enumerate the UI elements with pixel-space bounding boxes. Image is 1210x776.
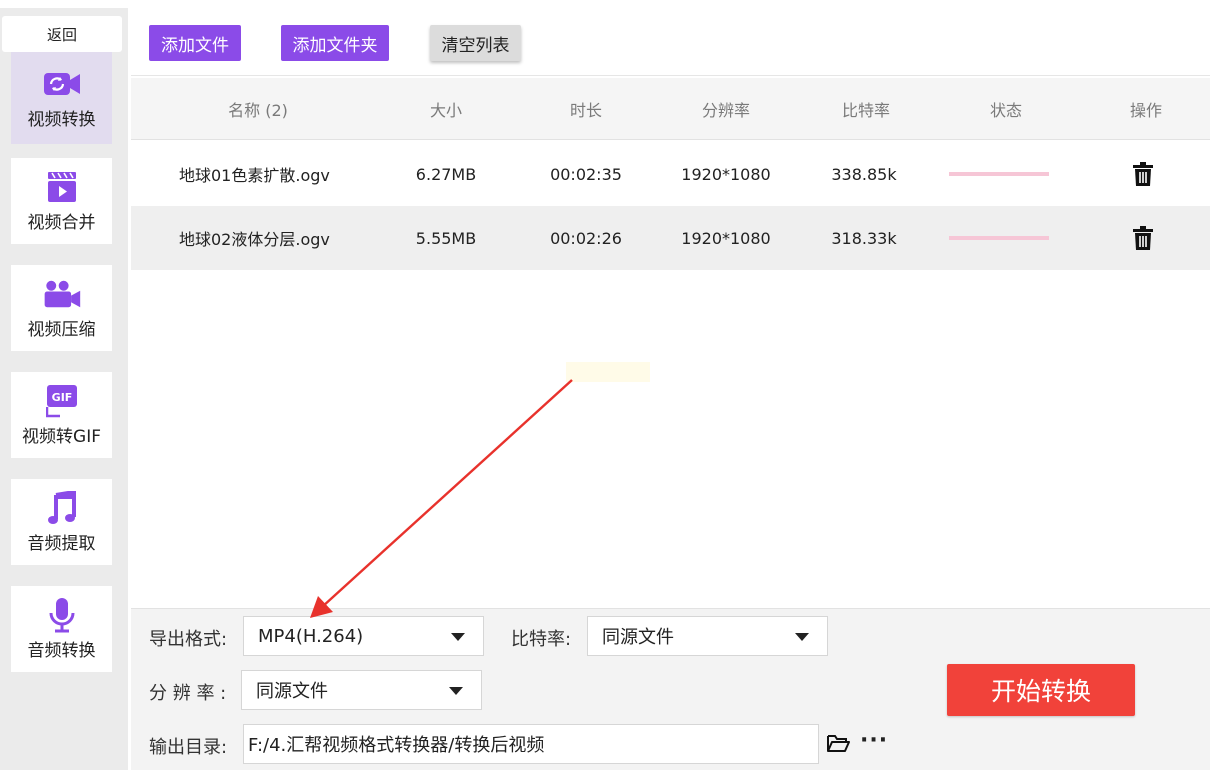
chevron-down-icon: [449, 687, 463, 695]
file-resolution: 1920*1080: [681, 228, 771, 248]
resolution-label: 分 辨 率 :: [149, 683, 227, 704]
resolution-select-value: 同源文件: [256, 681, 328, 702]
file-bitrate: 318.33k: [831, 228, 897, 248]
chevron-down-icon: [451, 633, 465, 641]
format-select-value: MP4(H.264): [258, 625, 364, 647]
resolution-select[interactable]: 同源文件: [241, 670, 482, 710]
delete-button[interactable]: [1113, 206, 1173, 270]
file-name: 地球01色素扩散.ogv: [179, 166, 330, 185]
column-header-size[interactable]: 大小: [396, 78, 496, 140]
toolbar: 添加文件 添加文件夹 清空列表: [131, 8, 1210, 76]
file-duration: 00:02:26: [550, 228, 622, 248]
file-resolution: 1920*1080: [681, 164, 771, 184]
sidebar-item-label: 视频转换: [27, 109, 96, 130]
output-dir-label: 输出目录:: [149, 737, 228, 758]
video-merge-icon: [43, 170, 81, 204]
sidebar-item-video-to-gif[interactable]: GIF 视频转GIF: [11, 372, 112, 458]
file-bitrate: 338.85k: [831, 164, 897, 184]
file-size: 6.27MB: [415, 164, 477, 184]
sidebar: 返回 视频转换 视频合并 视频压缩 GIF 视频转GIF 音频提取 音频转换: [0, 8, 128, 770]
back-button[interactable]: 返回: [2, 16, 122, 52]
music-note-icon: [43, 490, 81, 525]
file-table-header: 名称 (2) 大小 时长 分辨率 比特率 状态 操作: [131, 78, 1210, 140]
video-compress-icon: [43, 277, 81, 311]
trash-icon: [1133, 226, 1153, 250]
bitrate-select-value: 同源文件: [602, 627, 674, 648]
start-convert-button[interactable]: 开始转换: [947, 664, 1135, 716]
table-row[interactable]: 地球02液体分层.ogv 5.55MB 00:02:26 1920*1080 3…: [131, 206, 1210, 270]
file-name: 地球02液体分层.ogv: [179, 230, 330, 249]
format-select[interactable]: MP4(H.264): [243, 616, 484, 656]
svg-text:GIF: GIF: [51, 391, 72, 404]
bitrate-label: 比特率:: [511, 629, 572, 650]
sidebar-item-video-merge[interactable]: 视频合并: [11, 158, 112, 244]
output-dir-field[interactable]: F:/4.汇帮视频格式转换器/转换后视频: [243, 724, 819, 764]
sidebar-item-audio-convert[interactable]: 音频转换: [11, 586, 112, 672]
format-label: 导出格式:: [149, 629, 228, 650]
sidebar-item-label: 视频压缩: [27, 319, 96, 340]
file-duration: 00:02:35: [550, 164, 622, 184]
column-header-actions: 操作: [1129, 101, 1162, 120]
microphone-icon: [43, 597, 81, 632]
clear-list-button[interactable]: 清空列表: [430, 25, 521, 61]
delete-button[interactable]: [1113, 142, 1173, 206]
column-header-duration[interactable]: 时长: [536, 78, 636, 140]
annotation-highlight: [566, 362, 650, 382]
sidebar-item-label: 视频合并: [27, 212, 96, 233]
sidebar-item-label: 音频转换: [27, 640, 96, 661]
video-convert-icon: [43, 67, 81, 101]
column-header-status: 状态: [989, 101, 1022, 120]
status-progress: [949, 206, 1049, 270]
trash-icon: [1133, 162, 1153, 186]
add-folder-button[interactable]: 添加文件夹: [281, 25, 389, 61]
sidebar-item-video-convert[interactable]: 视频转换: [11, 52, 112, 144]
output-dir-value: F:/4.汇帮视频格式转换器/转换后视频: [248, 735, 545, 756]
add-file-button[interactable]: 添加文件: [149, 25, 241, 61]
sidebar-item-audio-extract[interactable]: 音频提取: [11, 479, 112, 565]
table-row[interactable]: 地球01色素扩散.ogv 6.27MB 00:02:35 1920*1080 3…: [131, 142, 1210, 206]
column-header-name[interactable]: 名称 (2): [183, 78, 333, 140]
gif-icon: GIF: [43, 384, 81, 418]
column-header-bitrate[interactable]: 比特率: [816, 78, 916, 140]
chevron-down-icon: [795, 633, 809, 641]
status-progress: [949, 142, 1049, 206]
bitrate-select[interactable]: 同源文件: [587, 616, 828, 656]
more-options-button[interactable]: ···: [860, 728, 888, 753]
sidebar-item-label: 音频提取: [27, 533, 96, 554]
file-size: 5.55MB: [415, 228, 477, 248]
folder-open-icon[interactable]: [826, 732, 850, 754]
column-header-resolution[interactable]: 分辨率: [676, 78, 776, 140]
sidebar-item-video-compress[interactable]: 视频压缩: [11, 265, 112, 351]
sidebar-item-label: 视频转GIF: [22, 426, 101, 447]
